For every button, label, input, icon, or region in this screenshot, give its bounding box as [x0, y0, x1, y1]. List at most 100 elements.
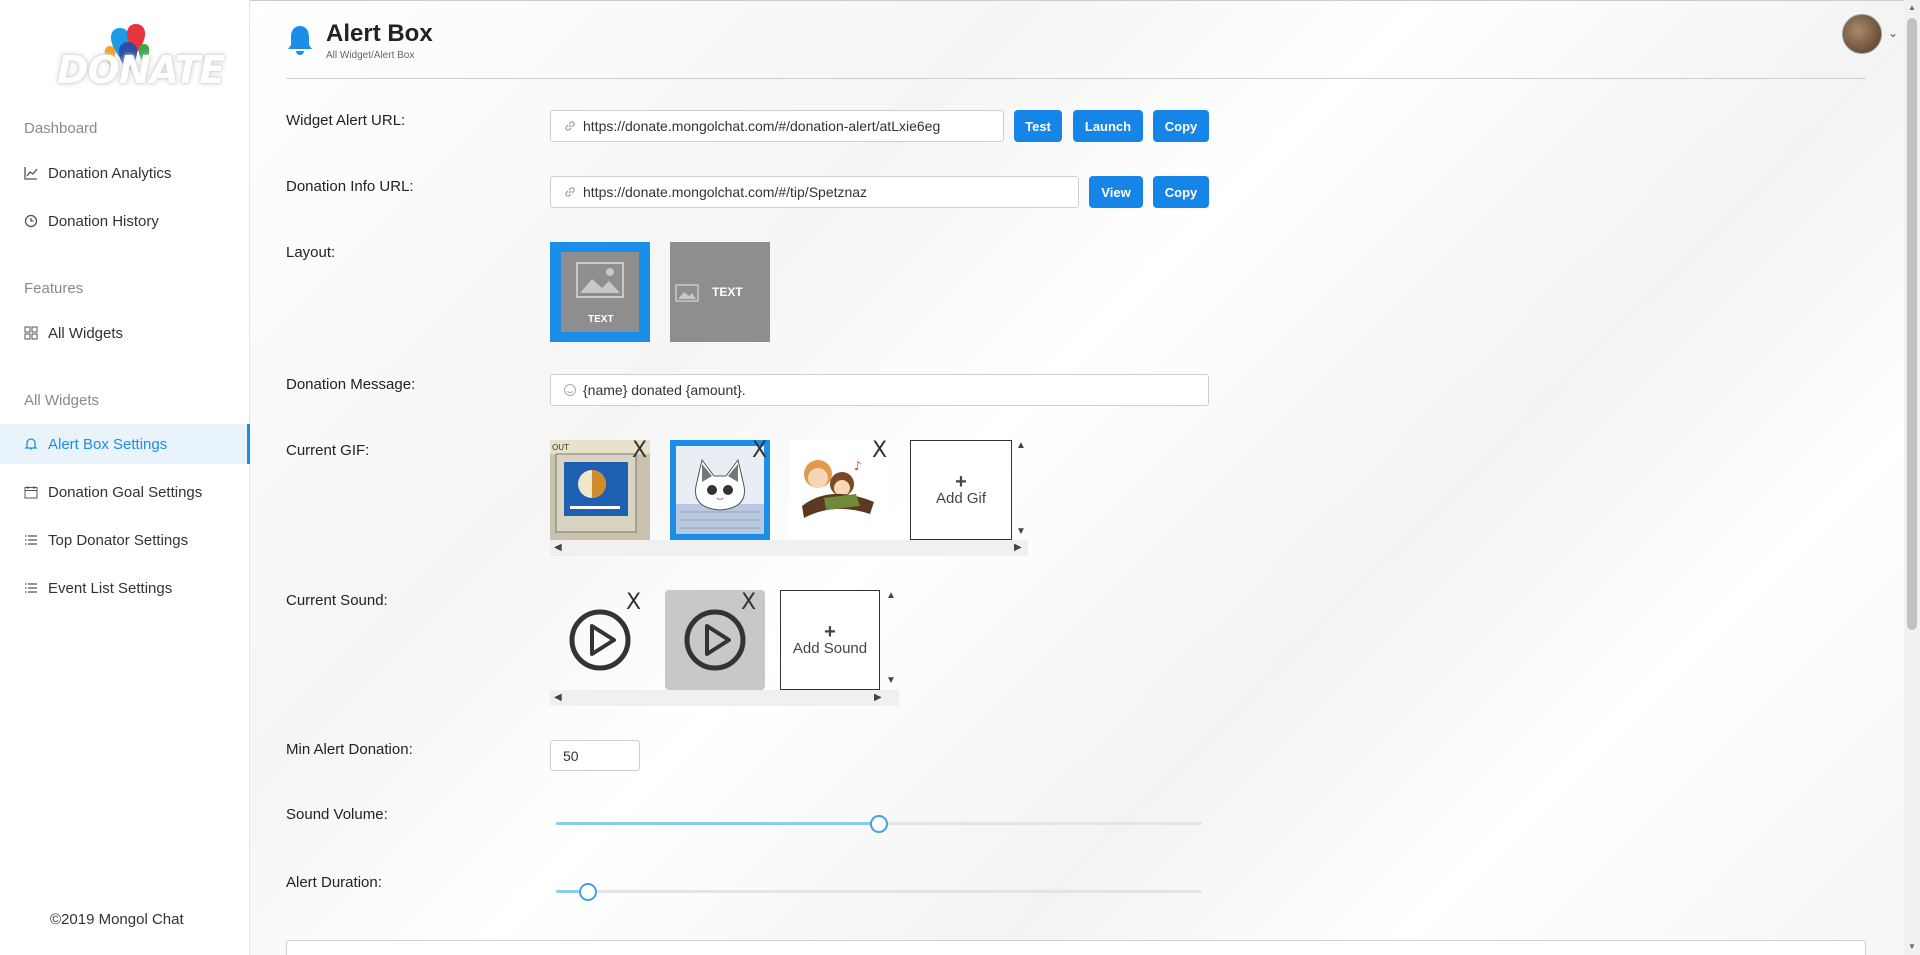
sidebar-item-donation-history[interactable]: Donation History	[0, 201, 250, 241]
add-sound-button[interactable]: + Add Sound	[780, 590, 880, 690]
add-sound-label: Add Sound	[792, 639, 868, 657]
layout-option-image-beside-text[interactable]: TEXT	[670, 242, 770, 342]
layout-option-image-above-text[interactable]: TEXT	[550, 242, 650, 342]
scroll-up-arrow-icon[interactable]: ▲	[1908, 3, 1916, 12]
sidebar-item-label: All Widgets	[48, 324, 124, 342]
section-title-dashboard: Dashboard	[24, 120, 98, 137]
logo-text: DONATE	[57, 48, 225, 92]
scroll-down-arrow-icon[interactable]: ▼	[1016, 526, 1026, 537]
copy-info-url-button[interactable]: Copy	[1153, 176, 1209, 208]
chart-line-icon	[24, 166, 38, 180]
alert-duration-track[interactable]	[556, 890, 1202, 893]
copy-alert-url-button[interactable]: Copy	[1153, 110, 1209, 142]
donate-logo[interactable]: DONATE	[55, 18, 225, 92]
add-gif-button[interactable]: + Add Gif	[910, 440, 1012, 540]
close-icon[interactable]: X	[872, 440, 887, 462]
donation-info-url-value: https://donate.mongolchat.com/#/tip/Spet…	[583, 184, 868, 200]
sound-volume-fill	[556, 822, 879, 825]
sidebar-item-event-list-settings[interactable]: Event List Settings	[0, 568, 250, 608]
widget-alert-url-field[interactable]: https://donate.mongolchat.com/#/donation…	[550, 110, 1004, 142]
scroll-up-arrow-icon[interactable]: ▲	[1016, 440, 1026, 451]
main-content: Alert Box All Widget/Alert Box ⌄ Widget …	[250, 0, 1904, 955]
list-icon	[24, 581, 38, 595]
link-icon	[563, 119, 577, 133]
scroll-right-arrow-icon[interactable]: ▶	[1014, 542, 1022, 553]
calendar-icon	[24, 485, 38, 499]
layout-preview: TEXT	[561, 252, 639, 332]
donation-info-url-field[interactable]: https://donate.mongolchat.com/#/tip/Spet…	[550, 176, 1079, 208]
gif-thumbnail-anime[interactable]: ♪ X	[790, 440, 890, 540]
header-divider	[286, 78, 1866, 79]
widget-alert-url-label: Widget Alert URL:	[286, 112, 406, 129]
min-alert-donation-input[interactable]: 50	[550, 740, 640, 771]
image-icon	[576, 262, 624, 298]
footer-copyright: ©2019 Mongol Chat	[50, 911, 184, 928]
close-icon[interactable]: X	[752, 440, 767, 462]
top-border	[250, 0, 1904, 1]
close-icon[interactable]: X	[632, 440, 647, 462]
avatar[interactable]	[1842, 14, 1882, 54]
plus-icon: +	[824, 620, 836, 643]
close-icon[interactable]: X	[626, 592, 641, 614]
sidebar-item-donation-analytics[interactable]: Donation Analytics	[0, 153, 250, 193]
gif-thumbnail-cat-selected[interactable]: X	[670, 440, 770, 540]
sidebar-item-donation-goal-settings[interactable]: Donation Goal Settings	[0, 472, 250, 512]
layout-text-label: TEXT	[712, 285, 743, 299]
sidebar-item-label: Donation Analytics	[48, 164, 172, 182]
clock-icon	[24, 214, 38, 228]
section-title-features: Features	[24, 280, 84, 297]
close-icon[interactable]: X	[741, 592, 756, 614]
sidebar-item-top-donator-settings[interactable]: Top Donator Settings	[0, 520, 250, 560]
scroll-down-arrow-icon[interactable]: ▼	[886, 675, 896, 686]
scroll-up-arrow-icon[interactable]: ▲	[886, 590, 896, 601]
sidebar: DONATE Dashboard Donation Analytics Dona…	[0, 0, 250, 955]
image-icon	[675, 284, 699, 302]
donation-message-field[interactable]: {name} donated {amount}.	[550, 374, 1209, 406]
donation-info-url-label: Donation Info URL:	[286, 178, 414, 195]
sidebar-item-alert-box-settings[interactable]: Alert Box Settings	[0, 424, 250, 464]
donation-message-label: Donation Message:	[286, 376, 416, 393]
scroll-left-arrow-icon[interactable]: ◀	[554, 542, 562, 553]
page-title: Alert Box	[326, 20, 433, 47]
play-icon[interactable]	[568, 608, 632, 672]
scrollbar-thumb[interactable]	[1907, 18, 1917, 630]
svg-text:OUT: OUT	[552, 443, 569, 452]
layout-label: Layout:	[286, 244, 336, 261]
next-section-panel	[286, 940, 1866, 955]
add-gif-label: Add Gif	[935, 489, 987, 507]
sidebar-item-label: Event List Settings	[48, 579, 173, 597]
sound-item-2-selected[interactable]: X	[665, 590, 765, 690]
current-sound-label: Current Sound:	[286, 592, 388, 609]
grid-icon	[24, 326, 38, 340]
sidebar-item-label: Donation History	[48, 212, 159, 230]
gif-image-cat	[676, 446, 764, 534]
alert-duration-slider-handle[interactable]	[579, 883, 598, 901]
gif-horizontal-scrollbar[interactable]: ◀ ▶	[550, 540, 1028, 556]
play-icon[interactable]	[683, 608, 747, 672]
scroll-down-arrow-icon[interactable]: ▼	[1908, 942, 1916, 951]
scroll-left-arrow-icon[interactable]: ◀	[554, 692, 562, 703]
sound-item-1[interactable]: X	[550, 590, 650, 690]
scroll-right-arrow-icon[interactable]: ▶	[874, 692, 882, 703]
sound-volume-slider-handle[interactable]	[870, 815, 888, 833]
list-icon	[24, 533, 38, 547]
link-icon	[563, 185, 577, 199]
svg-text:♪: ♪	[854, 459, 862, 473]
alert-duration-label: Alert Duration:	[286, 874, 382, 891]
chevron-down-icon[interactable]: ⌄	[1888, 26, 1898, 40]
sidebar-item-all-widgets[interactable]: All Widgets	[0, 313, 250, 353]
current-gif-label: Current GIF:	[286, 442, 370, 459]
launch-button[interactable]: Launch	[1073, 110, 1143, 142]
sidebar-item-label: Alert Box Settings	[48, 435, 168, 453]
bell-icon	[288, 26, 312, 55]
min-alert-donation-label: Min Alert Donation:	[286, 741, 413, 758]
breadcrumb[interactable]: All Widget/Alert Box	[326, 50, 414, 61]
sidebar-item-label: Top Donator Settings	[48, 531, 189, 549]
page-scrollbar[interactable]: ▲ ▼	[1904, 0, 1920, 955]
sound-horizontal-scrollbar[interactable]: ◀ ▶	[550, 690, 899, 706]
gif-thumbnail-retro-computer[interactable]: OUT X	[550, 440, 650, 540]
bell-icon	[24, 437, 38, 451]
widget-alert-url-value: https://donate.mongolchat.com/#/donation…	[583, 118, 941, 134]
test-button[interactable]: Test	[1014, 110, 1062, 142]
view-button[interactable]: View	[1089, 176, 1143, 208]
